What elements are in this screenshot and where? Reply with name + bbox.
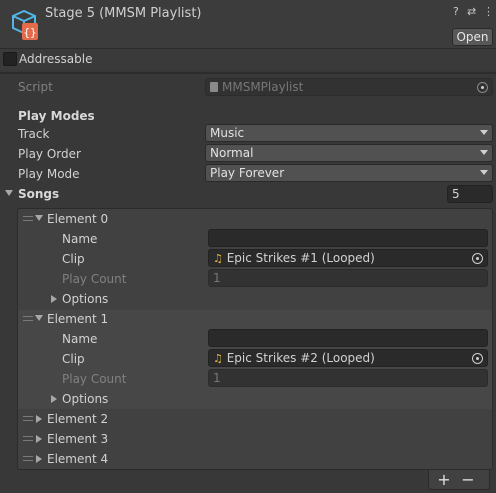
- more-icon[interactable]: ⋮: [483, 5, 494, 19]
- clip-label: Clip: [62, 252, 85, 266]
- chevron-down-icon: [480, 150, 488, 155]
- track-label: Track: [18, 127, 50, 141]
- object-picker-icon[interactable]: [472, 353, 483, 364]
- options-label[interactable]: Options: [62, 291, 108, 307]
- script-field: MMSMPlaylist: [205, 78, 493, 96]
- svg-text:{}: {}: [23, 26, 36, 39]
- element-label[interactable]: Element 4: [47, 451, 108, 467]
- options-foldout-icon[interactable]: [51, 395, 57, 403]
- script-file-icon: [210, 82, 218, 92]
- songs-foldout-icon[interactable]: [5, 190, 13, 196]
- add-element-button[interactable]: +: [434, 471, 454, 489]
- play-count-label: Play Count: [62, 372, 127, 386]
- drag-handle-icon[interactable]: [23, 216, 33, 221]
- clip-label: Clip: [62, 352, 85, 366]
- play-mode-value: Play Forever: [210, 166, 285, 180]
- play-order-dropdown[interactable]: Normal: [205, 144, 493, 162]
- script-value: MMSMPlaylist: [222, 80, 304, 94]
- name-label: Name: [62, 332, 98, 346]
- drag-handle-icon[interactable]: [23, 316, 33, 321]
- object-picker-icon: [477, 82, 488, 93]
- element-label[interactable]: Element 0: [47, 211, 108, 227]
- track-value: Music: [210, 126, 245, 140]
- element-foldout-icon[interactable]: [36, 435, 42, 443]
- options-label[interactable]: Options: [62, 391, 108, 407]
- clip-value: Epic Strikes #1 (Looped): [226, 251, 375, 265]
- chevron-down-icon: [480, 170, 488, 175]
- object-picker-icon[interactable]: [472, 253, 483, 264]
- audio-clip-icon: ♫: [213, 352, 223, 365]
- songs-label[interactable]: Songs: [18, 186, 59, 202]
- play-modes-heading: Play Modes: [18, 109, 95, 123]
- element-label[interactable]: Element 2: [47, 411, 108, 427]
- scriptable-object-icon: {}: [12, 9, 38, 40]
- options-foldout-icon[interactable]: [51, 295, 57, 303]
- play-count-label: Play Count: [62, 272, 127, 286]
- songs-count-field[interactable]: 5: [447, 185, 493, 203]
- chevron-down-icon: [480, 130, 488, 135]
- drag-handle-icon[interactable]: [23, 436, 33, 441]
- element-foldout-icon[interactable]: [35, 315, 43, 321]
- element-foldout-icon[interactable]: [36, 455, 42, 463]
- remove-element-button[interactable]: −: [458, 471, 478, 489]
- addressable-checkbox[interactable]: [3, 52, 17, 66]
- audio-clip-icon: ♫: [213, 252, 223, 265]
- clip-value: Epic Strikes #2 (Looped): [226, 351, 375, 365]
- element-foldout-icon[interactable]: [35, 215, 43, 221]
- play-mode-label: Play Mode: [18, 167, 80, 181]
- play-count-field: 1: [208, 269, 488, 287]
- inspector-title: Stage 5 (MMSM Playlist): [45, 6, 202, 21]
- name-input[interactable]: [208, 229, 488, 247]
- clip-field[interactable]: ♫ Epic Strikes #1 (Looped): [208, 249, 488, 267]
- play-count-field: 1: [208, 369, 488, 387]
- clip-field[interactable]: ♫ Epic Strikes #2 (Looped): [208, 349, 488, 367]
- drag-handle-icon[interactable]: [23, 416, 33, 421]
- element-label[interactable]: Element 1: [47, 311, 108, 327]
- help-icon[interactable]: ?: [453, 5, 459, 19]
- play-order-label: Play Order: [18, 147, 81, 161]
- element-foldout-icon[interactable]: [36, 415, 42, 423]
- open-button[interactable]: Open: [452, 28, 493, 46]
- name-label: Name: [62, 232, 98, 246]
- addressable-label: Addressable: [19, 52, 93, 66]
- drag-handle-icon[interactable]: [23, 456, 33, 461]
- play-order-value: Normal: [210, 146, 254, 160]
- track-dropdown[interactable]: Music: [205, 124, 493, 142]
- header-divider: [0, 72, 496, 74]
- preset-icon[interactable]: ⇄: [467, 5, 476, 19]
- script-label: Script: [18, 80, 53, 94]
- element-label[interactable]: Element 3: [47, 431, 108, 447]
- play-mode-dropdown[interactable]: Play Forever: [205, 164, 493, 182]
- name-input[interactable]: [208, 329, 488, 347]
